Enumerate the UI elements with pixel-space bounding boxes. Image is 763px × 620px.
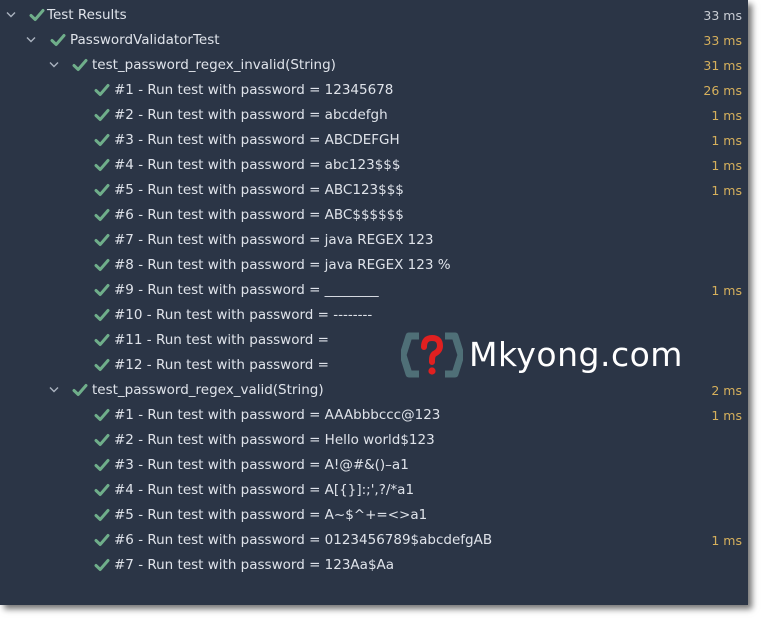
test-case-row[interactable]: #3 - Run test with password = ABCDEFGH 1 …: [0, 128, 748, 153]
test-case-row[interactable]: #10 - Run test with password = --------: [0, 303, 748, 328]
test-label: #6 - Run test with password = ABC$$$$$$: [114, 207, 404, 223]
test-label: #7 - Run test with password = 123Aa$Aa: [114, 557, 395, 573]
duration-label: 1 ms: [711, 408, 742, 423]
check-icon: [94, 328, 110, 353]
test-case-row[interactable]: #9 - Run test with password = ________ 1 …: [0, 278, 748, 303]
check-icon: [94, 78, 110, 103]
test-label: test_password_regex_valid(String): [92, 382, 324, 398]
check-icon: [94, 278, 110, 303]
check-icon: [72, 378, 88, 403]
duration-label: 31 ms: [703, 58, 742, 73]
test-label: #7 - Run test with password = java REGEX…: [114, 232, 434, 248]
test-label: #5 - Run test with password = A~$^+=<>a1: [114, 507, 428, 523]
test-results-panel: Test Results 33 ms PasswordValidatorTest 33…: [0, 0, 748, 605]
test-case-row[interactable]: #7 - Run test with password = 123Aa$Aa: [0, 553, 748, 578]
chevron-down-icon[interactable]: [25, 28, 37, 53]
test-label: #5 - Run test with password = ABC123$$$: [114, 182, 404, 198]
test-label: #8 - Run test with password = java REGEX…: [114, 257, 451, 273]
test-label: #12 - Run test with password =: [114, 357, 329, 373]
chevron-down-icon[interactable]: [5, 3, 17, 28]
watermark-text: Mkyong.com: [469, 335, 683, 374]
test-case-row[interactable]: #4 - Run test with password = A[{}]:;',?…: [0, 478, 748, 503]
test-case-row[interactable]: #3 - Run test with password = A!@#&()–a1: [0, 453, 748, 478]
chevron-down-icon[interactable]: [48, 53, 60, 78]
test-case-row[interactable]: #4 - Run test with password = abc123$$$ 1…: [0, 153, 748, 178]
test-case-row[interactable]: #8 - Run test with password = java REGEX…: [0, 253, 748, 278]
check-icon: [94, 228, 110, 253]
tree-node[interactable]: PasswordValidatorTest 33 ms: [0, 28, 748, 53]
test-label: #11 - Run test with password =: [114, 332, 329, 348]
check-icon: [94, 528, 110, 553]
duration-label: 1 ms: [711, 533, 742, 548]
test-label: Test Results: [47, 7, 127, 23]
test-label: #2 - Run test with password = Hello worl…: [114, 432, 435, 448]
test-case-row[interactable]: #1 - Run test with password = 12345678 26…: [0, 78, 748, 103]
check-icon: [94, 253, 110, 278]
duration-label: 1 ms: [711, 283, 742, 298]
check-icon: [94, 303, 110, 328]
duration-label: 1 ms: [711, 133, 742, 148]
duration-label: 2 ms: [711, 383, 742, 398]
check-icon: [94, 103, 110, 128]
check-icon: [94, 553, 110, 578]
check-icon: [94, 478, 110, 503]
test-case-row[interactable]: #6 - Run test with password = ABC$$$$$$: [0, 203, 748, 228]
test-label: test_password_regex_invalid(String): [92, 57, 336, 73]
check-icon: [72, 53, 88, 78]
tree-node[interactable]: test_password_regex_valid(String) 2 ms: [0, 378, 748, 403]
duration-label: 33 ms: [703, 8, 742, 23]
check-icon: [94, 128, 110, 153]
test-label: #2 - Run test with password = abcdefgh: [114, 107, 388, 123]
test-label: #3 - Run test with password = ABCDEFGH: [114, 132, 400, 148]
check-icon: [94, 353, 110, 378]
test-label: #9 - Run test with password = ________: [114, 282, 379, 298]
question-mark-braces-icon: [401, 332, 463, 378]
check-icon: [94, 403, 110, 428]
test-label: #4 - Run test with password = A[{}]:;',?…: [114, 482, 415, 498]
duration-label: 33 ms: [703, 33, 742, 48]
check-icon: [94, 153, 110, 178]
test-label: #6 - Run test with password = 0123456789…: [114, 532, 493, 548]
test-case-row[interactable]: #2 - Run test with password = Hello worl…: [0, 428, 748, 453]
duration-label: 1 ms: [711, 183, 742, 198]
watermark: Mkyong.com: [401, 330, 701, 380]
check-icon: [94, 428, 110, 453]
tree-node[interactable]: Test Results 33 ms: [0, 3, 748, 28]
test-case-row[interactable]: #7 - Run test with password = java REGEX…: [0, 228, 748, 253]
check-icon: [29, 3, 45, 28]
test-case-row[interactable]: #5 - Run test with password = A~$^+=<>a1: [0, 503, 748, 528]
duration-label: 26 ms: [703, 83, 742, 98]
duration-label: 1 ms: [711, 108, 742, 123]
test-case-row[interactable]: #2 - Run test with password = abcdefgh 1 …: [0, 103, 748, 128]
test-case-row[interactable]: #1 - Run test with password = AAAbbbccc@…: [0, 403, 748, 428]
test-label: #10 - Run test with password = --------: [114, 307, 373, 323]
test-case-row[interactable]: #6 - Run test with password = 0123456789…: [0, 528, 748, 553]
test-label: #4 - Run test with password = abc123$$$: [114, 157, 401, 173]
test-label: #1 - Run test with password = 12345678: [114, 82, 394, 98]
tree-node[interactable]: test_password_regex_invalid(String) 31 ms: [0, 53, 748, 78]
test-label: #3 - Run test with password = A!@#&()–a1: [114, 457, 409, 473]
check-icon: [94, 178, 110, 203]
test-label: #1 - Run test with password = AAAbbbccc@…: [114, 407, 441, 423]
duration-label: 1 ms: [711, 158, 742, 173]
check-icon: [94, 503, 110, 528]
test-case-row[interactable]: #5 - Run test with password = ABC123$$$ 1…: [0, 178, 748, 203]
test-label: PasswordValidatorTest: [70, 32, 220, 48]
check-icon: [94, 203, 110, 228]
check-icon: [50, 28, 66, 53]
chevron-down-icon[interactable]: [48, 378, 60, 403]
check-icon: [94, 453, 110, 478]
